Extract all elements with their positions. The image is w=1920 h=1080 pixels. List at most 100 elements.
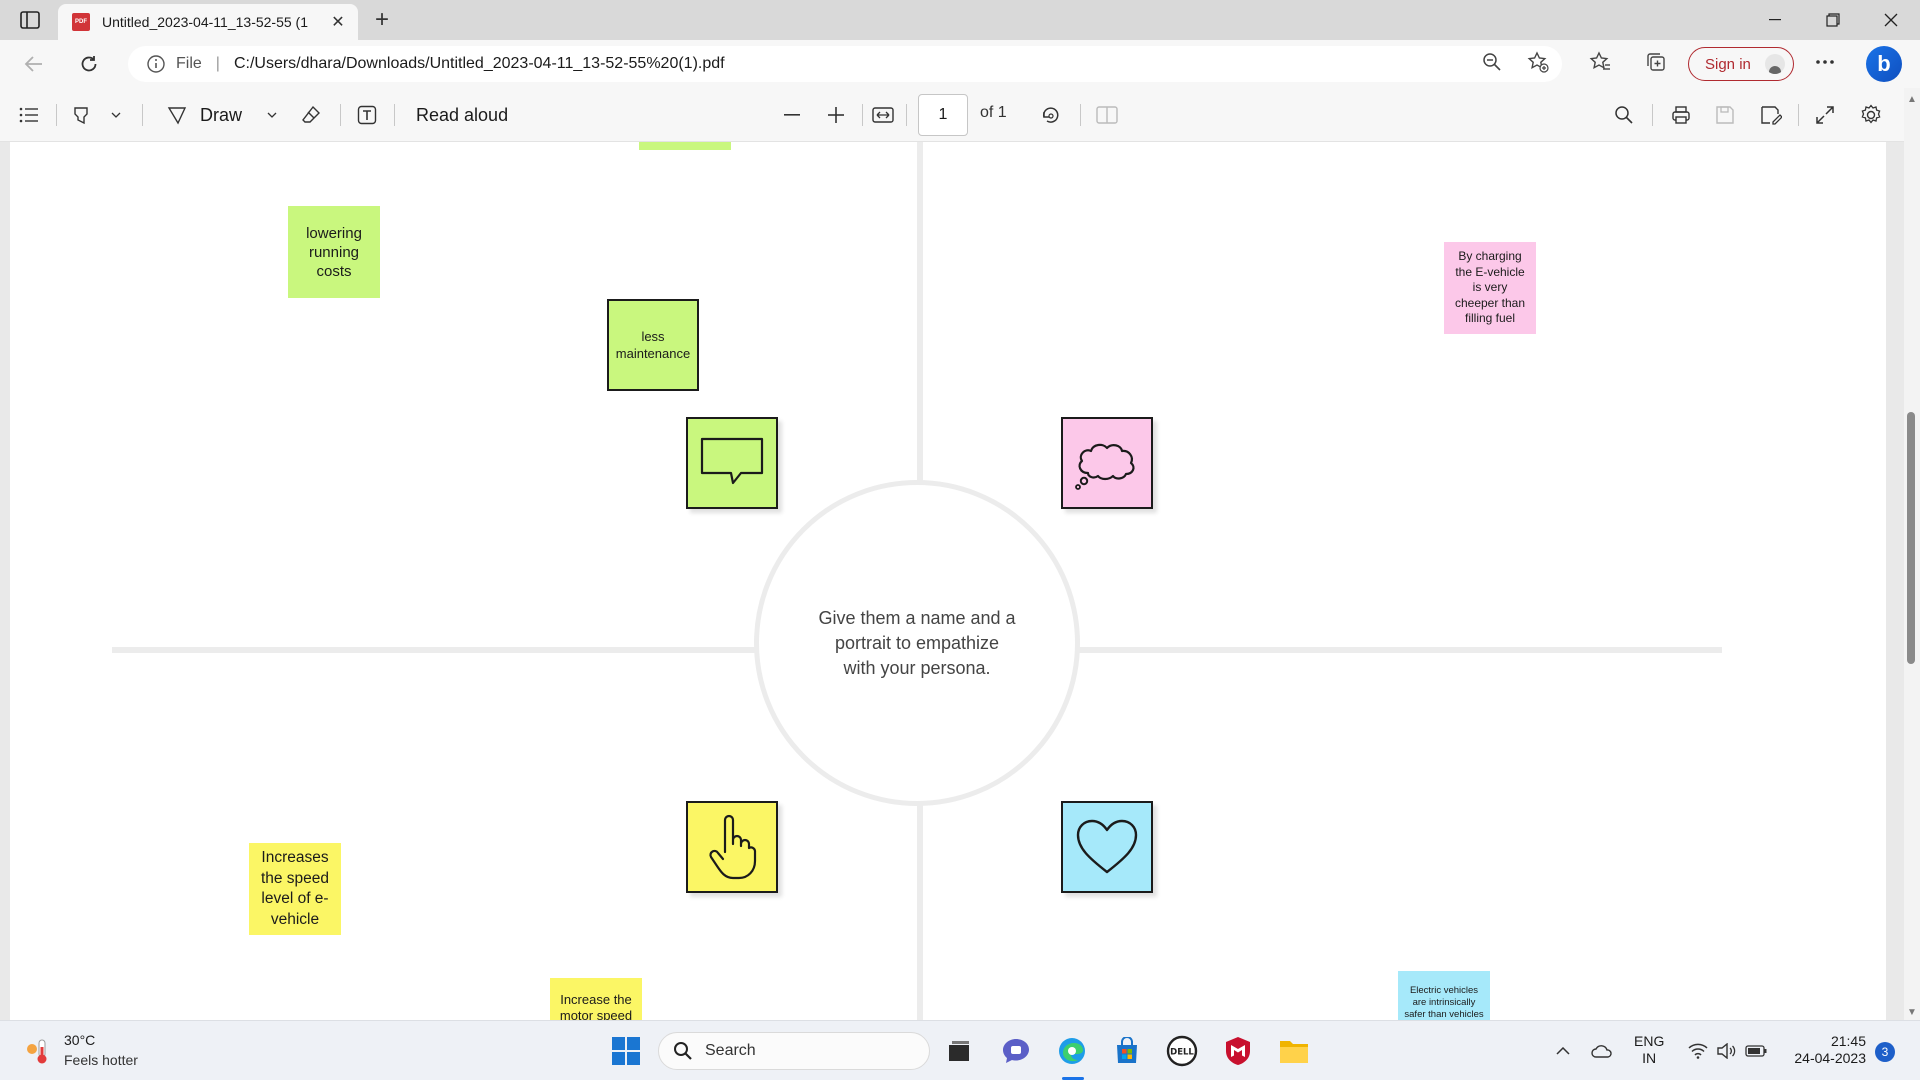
highlight-dropdown-icon[interactable] <box>104 100 128 130</box>
sticky-note-text: less maintenance <box>615 329 691 361</box>
back-arrow-icon[interactable] <box>18 48 50 80</box>
sticky-note-motor-speed[interactable]: Increase the motor speed <box>550 978 642 1020</box>
fullscreen-icon[interactable] <box>1810 100 1840 130</box>
sticky-note-top-partial[interactable] <box>639 142 731 150</box>
eraser-icon[interactable] <box>296 100 326 130</box>
draw-dropdown-icon[interactable] <box>260 100 284 130</box>
find-search-icon[interactable] <box>1610 100 1638 130</box>
heart-icon <box>1076 819 1138 874</box>
toolbar-divider <box>1798 104 1799 126</box>
address-separator: | <box>215 55 220 72</box>
pdf-file-icon: PDF <box>72 13 90 31</box>
teams-chat-icon[interactable] <box>998 1033 1034 1069</box>
read-aloud-button[interactable]: Read aloud <box>416 100 508 130</box>
zoom-minus-icon[interactable] <box>778 100 806 130</box>
fit-width-icon[interactable] <box>868 100 898 130</box>
print-icon[interactable] <box>1666 100 1696 130</box>
microsoft-store-icon[interactable] <box>1109 1033 1145 1069</box>
toolbar-divider <box>1080 104 1081 126</box>
sticky-note-less-maintenance[interactable]: less maintenance <box>607 299 699 391</box>
battery-icon[interactable] <box>1738 1033 1774 1069</box>
add-favorite-icon[interactable] <box>1524 48 1552 76</box>
windows-taskbar: 30°C Feels hotter Search DELL ENG IN 21:… <box>0 1020 1920 1080</box>
refresh-icon[interactable] <box>73 48 105 80</box>
toolbar-divider <box>340 104 341 126</box>
zoom-out-icon[interactable] <box>1478 48 1506 76</box>
sticky-note-lowering-costs[interactable]: lowering running costs <box>288 206 380 298</box>
toolbar-divider <box>394 104 395 126</box>
sticky-note-safer[interactable]: Electric vehicles are intrinsically safe… <box>1398 971 1490 1020</box>
restore-icon[interactable] <box>1810 0 1856 40</box>
toolbar-divider <box>142 104 143 126</box>
weather-description[interactable]: Feels hotter <box>64 1052 138 1068</box>
does-quadrant-card <box>686 801 778 893</box>
notification-count-badge[interactable]: 3 <box>1875 1042 1895 1062</box>
info-icon[interactable] <box>146 54 166 74</box>
contents-list-icon[interactable] <box>14 100 44 130</box>
bing-chat-icon[interactable]: b <box>1866 46 1902 82</box>
save-icon[interactable] <box>1710 100 1740 130</box>
sticky-note-text: Increases the speed level of e-vehicle <box>260 849 330 928</box>
sign-in-label: Sign in <box>1705 55 1751 73</box>
language-indicator[interactable]: ENG IN <box>1634 1033 1664 1067</box>
sticky-note-text: By charging the E-vehicle is very cheepe… <box>1454 249 1526 326</box>
edge-browser-icon[interactable] <box>1054 1033 1090 1069</box>
navigation-bar: File | C:/Users/dhara/Downloads/Untitled… <box>0 40 1920 88</box>
pointing-hand-icon <box>709 814 757 880</box>
sign-in-button[interactable]: Sign in <box>1688 47 1794 81</box>
highlight-icon[interactable] <box>66 100 96 130</box>
draw-pen-icon[interactable] <box>162 100 192 130</box>
sticky-note-speed-level[interactable]: Increases the speed level of e-vehicle <box>249 843 341 935</box>
new-tab-button[interactable]: + <box>368 6 396 34</box>
toolbar-divider <box>906 104 907 126</box>
settings-gear-icon[interactable] <box>1856 100 1886 130</box>
taskbar-search-box[interactable]: Search <box>658 1032 930 1070</box>
clock-time: 21:45 <box>1830 1033 1866 1049</box>
zoom-plus-icon[interactable] <box>822 100 850 130</box>
text-box-icon[interactable] <box>352 100 382 130</box>
clock[interactable]: 21:45 24-04-2023 <box>1786 1033 1866 1067</box>
file-label: File <box>176 55 202 72</box>
tab-close-icon[interactable]: ✕ <box>328 12 348 32</box>
weather-temperature[interactable]: 30°C <box>64 1032 95 1048</box>
clock-date: 24-04-2023 <box>1794 1050 1866 1066</box>
save-as-icon[interactable] <box>1756 100 1786 130</box>
url-text[interactable]: C:/Users/dhara/Downloads/Untitled_2023-0… <box>234 55 725 73</box>
tab-actions-icon[interactable] <box>14 8 46 32</box>
onedrive-cloud-icon[interactable] <box>1584 1033 1620 1069</box>
windows-start-icon[interactable] <box>608 1033 644 1069</box>
persona-prompt-text: Give them a name and a portrait to empat… <box>818 607 1016 678</box>
collections-icon[interactable] <box>1642 48 1670 76</box>
more-options-icon[interactable] <box>1811 48 1839 76</box>
dell-app-icon[interactable]: DELL <box>1164 1033 1200 1069</box>
scroll-up-arrow-icon[interactable]: ▲ <box>1905 92 1919 106</box>
close-window-icon[interactable] <box>1868 0 1914 40</box>
profile-avatar-icon <box>1764 54 1785 74</box>
rotate-icon[interactable] <box>1036 100 1064 130</box>
minimize-icon[interactable] <box>1752 0 1798 40</box>
svg-text:DELL: DELL <box>1170 1048 1194 1058</box>
speech-bubble-icon <box>700 437 764 485</box>
sticky-note-charging[interactable]: By charging the E-vehicle is very cheepe… <box>1444 242 1536 334</box>
page-view-icon[interactable] <box>1092 100 1122 130</box>
sticky-note-text: Increase the motor speed <box>559 992 633 1020</box>
thermometer-weather-icon[interactable] <box>24 1037 50 1065</box>
pdf-page[interactable]: lowering running costs less maintenance … <box>10 142 1886 1020</box>
address-bar[interactable]: File | C:/Users/dhara/Downloads/Untitled… <box>128 46 1562 82</box>
draw-button[interactable]: Draw <box>200 100 242 130</box>
page-count: of 1 <box>980 104 1007 121</box>
file-explorer-folder-icon[interactable] <box>1276 1033 1312 1069</box>
task-view-icon[interactable] <box>941 1033 977 1069</box>
page-number-input[interactable]: 1 <box>918 94 968 136</box>
scrollbar-thumb[interactable] <box>1907 412 1915 664</box>
thinks-quadrant-card <box>1061 417 1153 509</box>
favorites-icon[interactable] <box>1586 48 1614 76</box>
show-hidden-icons-chevron[interactable] <box>1545 1033 1581 1069</box>
toolbar-divider <box>56 104 57 126</box>
search-icon <box>674 1042 692 1060</box>
active-tab[interactable]: PDF Untitled_2023-04-11_13-52-55 (1 ✕ <box>58 4 358 40</box>
search-label: Search <box>705 1042 756 1059</box>
scroll-down-arrow-icon[interactable]: ▼ <box>1905 1005 1919 1019</box>
persona-center-circle[interactable]: Give them a name and a portrait to empat… <box>754 480 1080 806</box>
mcafee-shield-icon[interactable] <box>1220 1033 1256 1069</box>
